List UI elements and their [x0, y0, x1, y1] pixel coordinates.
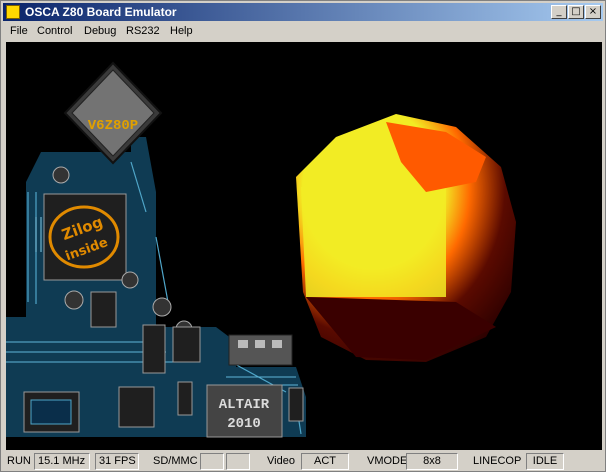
menu-debug[interactable]: Debug [84, 24, 116, 39]
clock-speed: 15.1 MHz [34, 453, 90, 470]
emulator-window: OSCA Z80 Board Emulator _ □ × File Contr… [0, 0, 606, 472]
vmode-label: VMODE [367, 455, 408, 467]
video-label: Video [267, 455, 295, 467]
close-button[interactable]: × [585, 5, 601, 19]
chip-label-2010: 2010 [227, 416, 261, 432]
window-title: OSCA Z80 Board Emulator [25, 5, 177, 19]
sd-label: SD/MMC [153, 455, 198, 467]
maximize-button[interactable]: □ [568, 5, 584, 19]
display-canvas: V6Z80P Zilog inside ALTAIR 2010 [6, 61, 516, 438]
linecop-label: LINECOP [473, 455, 522, 467]
rendered-sphere [296, 114, 516, 362]
status-bar: RUN 15.1 MHz 31 FPS SD/MMC Video ACT VMO… [3, 452, 605, 471]
sd-status-box-1 [200, 453, 224, 470]
circuit-board-image: V6Z80P Zilog inside ALTAIR 2010 [6, 61, 306, 438]
minimize-button[interactable]: _ [551, 5, 567, 19]
menu-help[interactable]: Help [170, 24, 193, 39]
linecop-status: IDLE [526, 453, 564, 470]
app-icon[interactable] [6, 5, 20, 19]
sd-status-box-2 [226, 453, 250, 470]
menu-bar: File Control Debug RS232 Help [3, 22, 603, 41]
menu-control[interactable]: Control [37, 24, 72, 39]
emulator-display[interactable]: V6Z80P Zilog inside ALTAIR 2010 [6, 42, 602, 450]
cpu-label: V6Z80P [88, 118, 138, 134]
video-status: ACT [301, 453, 349, 470]
chip-label-altair: ALTAIR [219, 397, 270, 413]
menu-rs232[interactable]: RS232 [126, 24, 160, 39]
run-status: RUN [7, 455, 31, 467]
menu-file[interactable]: File [10, 24, 28, 39]
fps-counter: 31 FPS [95, 453, 139, 470]
vmode-status: 8x8 [406, 453, 458, 470]
title-bar[interactable]: OSCA Z80 Board Emulator _ □ × [3, 3, 603, 21]
